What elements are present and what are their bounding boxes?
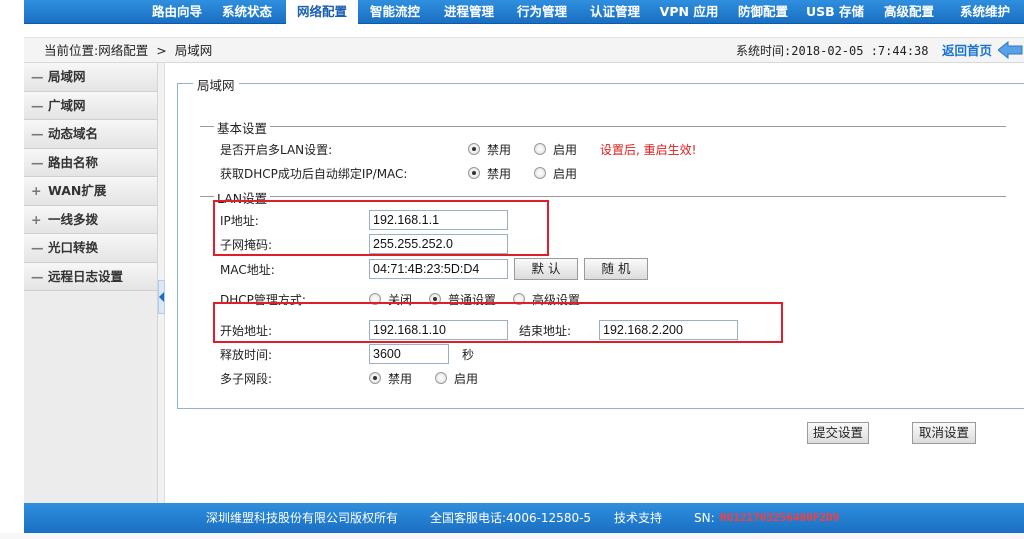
- breadcrumb-bar: 当前位置:网络配置 > 局域网 系统时间:2018-02-05 :7:44:38…: [24, 37, 1024, 63]
- back-arrow-icon[interactable]: [998, 41, 1024, 59]
- lease-time-label: 释放时间:: [220, 348, 273, 362]
- sidebar-item-label: 局域网: [48, 69, 86, 84]
- multi-lan-enable-radio[interactable]: [534, 143, 546, 155]
- sidebar-item-label: 广域网: [48, 97, 86, 113]
- collapse-icon: —: [31, 268, 44, 284]
- expand-icon: +: [31, 183, 42, 198]
- sidebar-item-lan[interactable]: — 局域网: [24, 63, 157, 92]
- multi-subnet-label: 多子网段:: [220, 372, 273, 386]
- sidebar-item-ddns[interactable]: — 动态域名: [24, 120, 157, 149]
- sidebar-item-router-name[interactable]: — 路由名称: [24, 148, 157, 177]
- radio-label: 禁用: [388, 372, 413, 386]
- sidebar-item-fiber-port[interactable]: — 光口转换: [24, 234, 157, 263]
- collapse-icon: —: [31, 69, 44, 84]
- copyright-text: 深圳维盟科技股份有限公司版权所有: [206, 511, 399, 525]
- nav-item-vpn[interactable]: VPN 应用: [656, 0, 722, 24]
- multi-subnet-disable-radio[interactable]: [369, 372, 381, 384]
- breadcrumb-separator: >: [156, 43, 167, 58]
- restart-warning: 设置后, 重启生效!: [600, 143, 697, 157]
- multi-subnet-enable-radio[interactable]: [435, 372, 447, 384]
- nav-item-behavior-management[interactable]: 行为管理: [509, 0, 575, 24]
- nav-item-auth-management[interactable]: 认证管理: [582, 0, 648, 24]
- section-divider: [200, 126, 1006, 127]
- sidebar-item-label: 路由名称: [48, 154, 99, 170]
- nav-item-advanced-config[interactable]: 高级配置: [876, 0, 942, 24]
- lease-unit-label: 秒: [462, 348, 475, 362]
- sidebar-item-label: 光口转换: [48, 240, 99, 255]
- sidebar: — 局域网 — 广域网 — 动态域名 — 路由名称 + WAN扩展 + 一线多拨 — 光口转换…: [24, 63, 158, 503]
- system-time: 系统时间:2018-02-05 :7:44:38: [736, 44, 929, 58]
- sidebar-item-label: 远程日志设置: [48, 268, 124, 284]
- nav-item-process-management[interactable]: 进程管理: [436, 0, 502, 24]
- nav-item-flow-control[interactable]: 智能流控: [362, 0, 428, 24]
- radio-label: 启用: [553, 143, 578, 157]
- breadcrumb-page: 局域网: [174, 43, 213, 58]
- highlight-box: [213, 200, 549, 256]
- sidebar-item-label: WAN扩展: [48, 183, 107, 198]
- nav-item-route-wizard[interactable]: 路由向导: [142, 0, 212, 24]
- nav-item-defense-config[interactable]: 防御配置: [730, 0, 796, 24]
- collapse-icon: —: [31, 97, 44, 113]
- radio-label: 禁用: [487, 143, 512, 157]
- section-divider: [200, 196, 1006, 197]
- nav-item-system-maintenance[interactable]: 系统维护: [952, 0, 1018, 24]
- random-mac-button[interactable]: 随 机: [584, 258, 648, 280]
- collapse-icon: —: [31, 126, 44, 141]
- radio-label: 禁用: [487, 167, 512, 181]
- sn-value: RG121703256480F2D9: [720, 511, 840, 524]
- dhcp-bind-enable-radio[interactable]: [534, 167, 546, 179]
- breadcrumb: 当前位置:网络配置 > 局域网: [44, 38, 216, 64]
- fieldset-legend: 局域网: [193, 75, 239, 94]
- sidebar-item-remote-log[interactable]: — 远程日志设置: [24, 262, 157, 291]
- home-link[interactable]: 返回首页: [942, 38, 992, 64]
- multi-lan-label: 是否开启多LAN设置:: [220, 143, 333, 157]
- sidebar-item-label: 一线多拨: [48, 211, 99, 227]
- nav-item-network-config[interactable]: 网络配置: [286, 0, 358, 24]
- dhcp-bind-label: 获取DHCP成功后自动绑定IP/MAC:: [220, 167, 408, 181]
- mac-address-input[interactable]: [369, 259, 508, 279]
- lease-time-input[interactable]: [369, 344, 449, 364]
- default-mac-button[interactable]: 默 认: [514, 258, 578, 280]
- footer: 深圳维盟科技股份有限公司版权所有 全国客服电话:4006-12580-5 技术支…: [24, 503, 1024, 533]
- highlight-box: [213, 302, 783, 343]
- sidebar-item-wan[interactable]: — 广域网: [24, 91, 157, 120]
- breadcrumb-prefix: 当前位置:: [44, 43, 99, 58]
- breadcrumb-section: 网络配置: [98, 43, 149, 58]
- nav-item-usb-storage[interactable]: USB 存储: [802, 0, 868, 24]
- sidebar-item-wan-expansion[interactable]: + WAN扩展: [24, 177, 157, 206]
- support-link[interactable]: 技术支持: [614, 503, 662, 533]
- sidebar-item-label: 动态域名: [48, 126, 99, 141]
- dhcp-bind-disable-radio[interactable]: [468, 167, 480, 179]
- radio-label: 启用: [454, 372, 479, 386]
- radio-label: 启用: [553, 167, 578, 181]
- mac-address-label: MAC地址:: [220, 263, 275, 277]
- cancel-settings-button[interactable]: 取消设置: [912, 422, 976, 444]
- nav-item-system-status[interactable]: 系统状态: [214, 0, 280, 24]
- submit-settings-button[interactable]: 提交设置: [807, 422, 869, 444]
- expand-icon: +: [31, 211, 42, 227]
- bottom-strip: [0, 533, 1024, 539]
- top-nav-bar: 路由向导 系统状态 网络配置 智能流控 进程管理 行为管理 认证管理 VPN 应…: [24, 0, 1024, 24]
- sidebar-item-multi-dial[interactable]: + 一线多拨: [24, 205, 157, 234]
- collapse-icon: —: [31, 240, 44, 255]
- collapse-icon: —: [31, 154, 44, 170]
- hotline-text: 全国客服电话:4006-12580-5: [430, 511, 592, 525]
- sn-label: SN:: [694, 511, 715, 525]
- multi-lan-disable-radio[interactable]: [468, 143, 480, 155]
- collapse-sidebar-handle[interactable]: [158, 280, 165, 314]
- basic-settings-title: 基本设置: [214, 118, 271, 137]
